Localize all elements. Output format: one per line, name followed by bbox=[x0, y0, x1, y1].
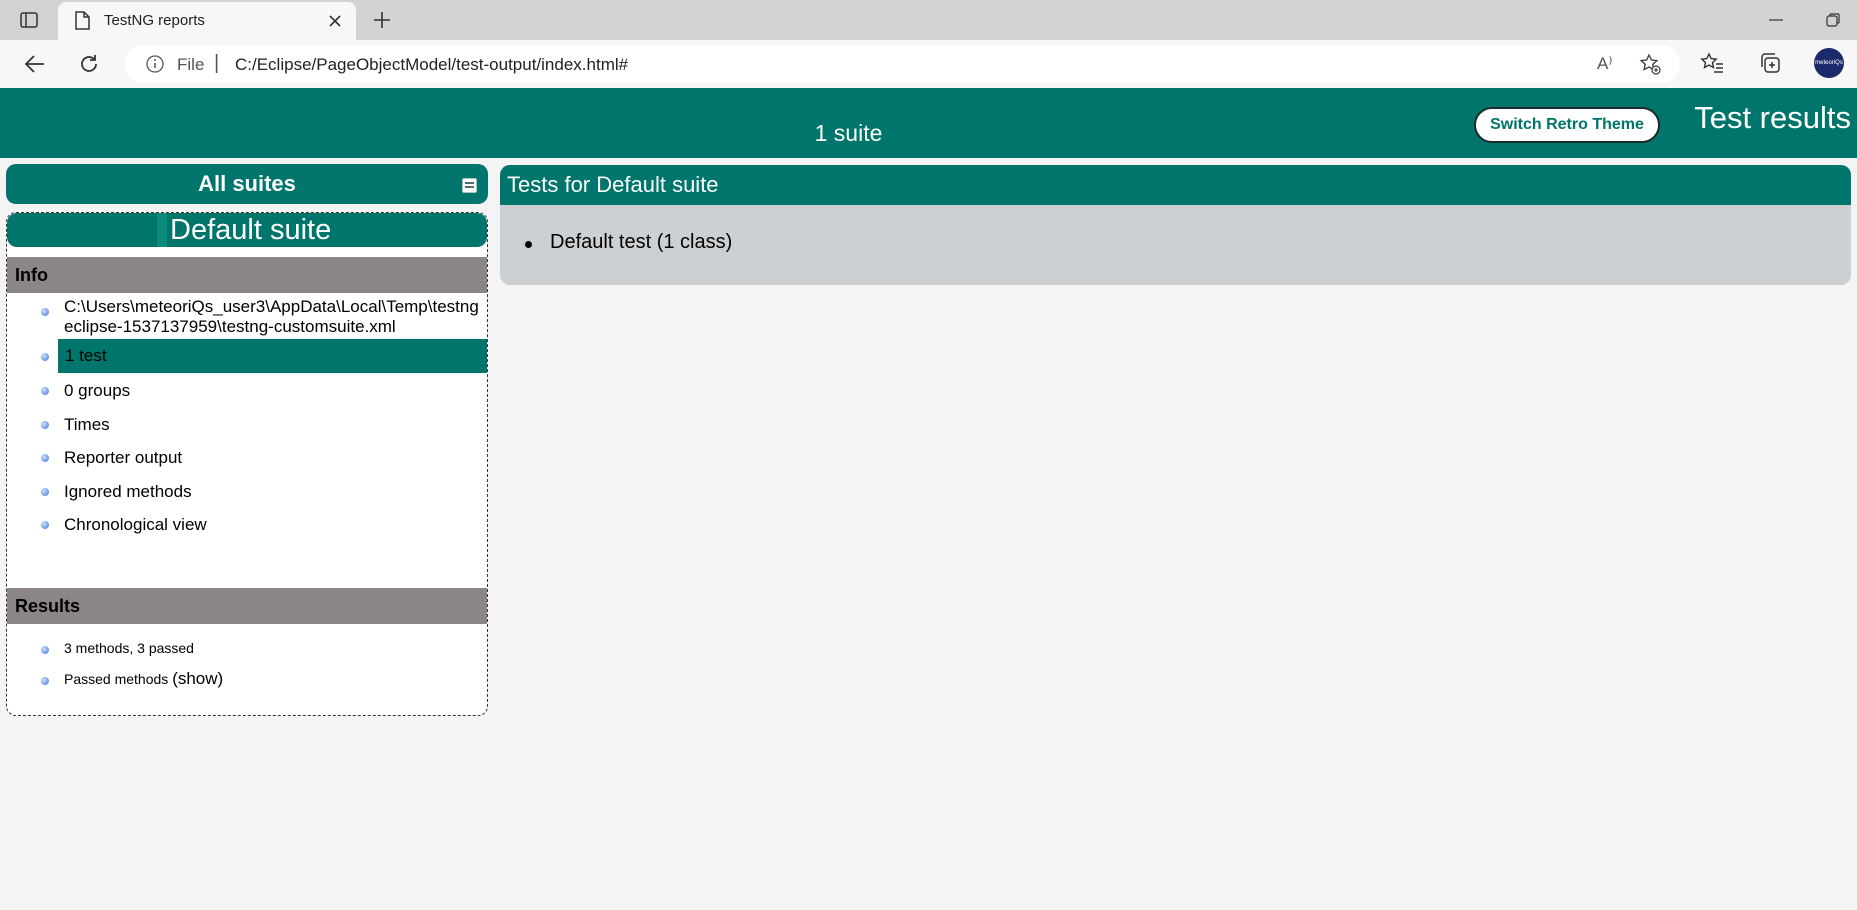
all-suites-header[interactable]: All suites bbox=[6, 164, 488, 204]
favorites-icon[interactable] bbox=[1700, 52, 1724, 79]
sidebar-toggle-icon[interactable] bbox=[17, 9, 41, 31]
tab-title: TestNG reports bbox=[104, 12, 205, 29]
report-banner: 1 suite Switch Retro Theme Test results bbox=[0, 88, 1857, 158]
main-panel-header: Tests for Default suite bbox=[500, 165, 1851, 205]
refresh-icon[interactable] bbox=[76, 51, 102, 77]
profile-avatar[interactable]: meteoriQs bbox=[1814, 48, 1844, 78]
suite-panel: Default suite Info C:\Users\meteoriQs_us… bbox=[6, 212, 488, 716]
switch-retro-theme-button[interactable]: Switch Retro Theme bbox=[1474, 107, 1660, 143]
info-section-header: Info bbox=[7, 257, 487, 293]
info-item-groups[interactable]: 0 groups bbox=[64, 381, 130, 401]
document-icon bbox=[74, 11, 90, 35]
browser-tab[interactable]: TestNG reports bbox=[58, 2, 356, 40]
main-panel: Tests for Default suite Default test (1 … bbox=[500, 165, 1851, 285]
list-bullet bbox=[525, 241, 532, 248]
suite-file-path: C:\Users\meteoriQs_user3\AppData\Local\T… bbox=[64, 297, 479, 337]
page-title: Test results bbox=[1694, 100, 1851, 135]
info-icon[interactable] bbox=[146, 55, 164, 78]
bullet-icon bbox=[41, 308, 49, 316]
back-arrow-icon[interactable] bbox=[22, 51, 48, 77]
bullet-icon bbox=[41, 353, 49, 361]
address-bar[interactable]: File | C:/Eclipse/PageObjectModel/test-o… bbox=[125, 45, 1680, 83]
tests-list: Default test (1 class) bbox=[500, 205, 1851, 285]
bullet-icon bbox=[41, 646, 49, 654]
plus-icon[interactable] bbox=[370, 8, 394, 32]
minimize-icon[interactable] bbox=[1763, 8, 1789, 32]
suites-sidebar: All suites Default suite Info C:\Users\m… bbox=[6, 164, 488, 716]
browser-tab-bar: TestNG reports bbox=[0, 0, 1857, 40]
address-separator: | bbox=[214, 52, 220, 74]
bullet-icon bbox=[41, 454, 49, 462]
suite-name-marker bbox=[157, 213, 167, 247]
passed-methods-label: Passed methods bbox=[64, 671, 169, 687]
bullet-icon bbox=[41, 421, 49, 429]
close-icon[interactable] bbox=[324, 10, 346, 32]
show-passed-methods-link[interactable]: (show) bbox=[172, 669, 223, 688]
test-item-default[interactable]: Default test (1 class) bbox=[550, 231, 732, 254]
collections-icon[interactable] bbox=[1759, 52, 1781, 79]
suite-name: Default suite bbox=[170, 214, 332, 246]
address-scheme: File bbox=[177, 55, 205, 74]
info-item-ignored-methods[interactable]: Ignored methods bbox=[64, 482, 192, 502]
add-favorite-icon[interactable] bbox=[1639, 53, 1661, 80]
info-item-chronological-view[interactable]: Chronological view bbox=[64, 515, 207, 535]
browser-toolbar: File | C:/Eclipse/PageObjectModel/test-o… bbox=[0, 40, 1857, 88]
bullet-icon bbox=[41, 387, 49, 395]
bullet-icon bbox=[41, 677, 49, 685]
restore-icon[interactable] bbox=[1820, 8, 1846, 32]
suite-file-path-line2: eclipse-1537137959\testng-customsuite.xm… bbox=[64, 317, 396, 336]
suite-file-path-line1: C:\Users\meteoriQs_user3\AppData\Local\T… bbox=[64, 297, 479, 316]
bullet-icon bbox=[41, 488, 49, 496]
info-item-tests[interactable]: 1 test bbox=[58, 339, 487, 373]
results-section-header: Results bbox=[7, 588, 487, 624]
suite-count: 1 suite bbox=[814, 120, 883, 146]
read-aloud-icon[interactable]: A⁾ bbox=[1597, 54, 1613, 74]
page-content: 1 suite Switch Retro Theme Test results … bbox=[0, 88, 1857, 910]
info-item-times[interactable]: Times bbox=[64, 415, 110, 435]
suite-header[interactable]: Default suite bbox=[7, 213, 487, 247]
collapse-icon[interactable] bbox=[462, 178, 477, 193]
result-summary: 3 methods, 3 passed bbox=[64, 640, 194, 656]
bullet-icon bbox=[41, 521, 49, 529]
passed-methods: Passed methods (show) bbox=[64, 669, 223, 689]
all-suites-label: All suites bbox=[198, 171, 296, 196]
address-url[interactable]: C:/Eclipse/PageObjectModel/test-output/i… bbox=[235, 55, 628, 75]
info-item-reporter-output[interactable]: Reporter output bbox=[64, 448, 182, 468]
